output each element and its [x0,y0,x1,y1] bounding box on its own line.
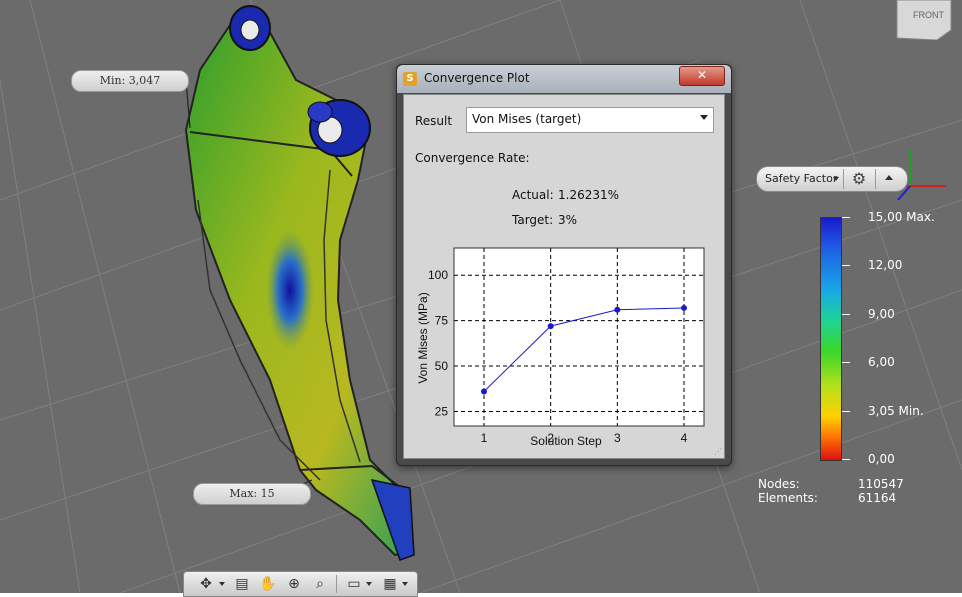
data-point [681,304,687,311]
x-tick-label: 3 [614,431,621,445]
elements-label: Elements: [758,491,818,505]
convergence-plot-dialog: S Convergence Plot ✕ Result Von Mises (t… [396,64,732,466]
legend-label: 0,00 [868,452,895,466]
pan-orbit-icon[interactable]: ✥ [196,574,216,594]
navigation-toolbar: ✥ ▤ ✋ ⊕ ⌕ ▭ ▦ [183,571,418,597]
convergence-chart: 1 2 3 4255075100 Solution Step Von Mises (M… [416,247,705,448]
data-point [614,306,621,313]
legend-tick [842,459,850,460]
separator [336,575,337,593]
zoom-icon[interactable]: ⊕ [284,574,304,594]
pan-icon[interactable]: ✋ [258,574,278,594]
viewcube-label: FRONT [913,10,944,20]
gear-icon[interactable]: ⚙ [849,169,869,189]
legend-label: 15,00 Max. [868,210,935,224]
separator [843,169,844,189]
min-callout[interactable]: Min: 3,047 [71,70,189,92]
chevron-down-icon[interactable] [402,582,408,586]
collapse-icon[interactable] [885,175,893,180]
x-axis-label: Solution Step [530,434,602,448]
dialog-titlebar[interactable]: S Convergence Plot ✕ [397,65,731,93]
zoom-window-icon[interactable]: ⌕ [310,574,330,594]
legend-label: 6,00 [868,355,895,370]
safety-factor-dropdown[interactable]: Safety Factor [765,172,837,185]
plot-area [453,247,705,427]
y-tick-label: 50 [435,359,449,373]
dialog-body: Result Von Mises (target) Convergence Ra… [403,94,725,459]
nodes-value: 110547 [858,477,904,491]
legend-label: 12,00 [868,258,903,273]
dialog-title: Convergence Plot [424,71,530,85]
legend-tick [842,362,850,364]
data-point [547,323,554,330]
data-point [481,388,487,395]
safety-factor-toolbar: Safety Factor ⚙ [756,166,908,192]
color-legend-bar [820,217,842,461]
chevron-down-icon[interactable] [219,582,225,586]
y-axis-label: Von Mises (MPa) [416,292,430,383]
y-tick-label: 75 [435,314,449,328]
chevron-down-icon [833,177,839,181]
x-tick-label: 1 [481,431,488,445]
resize-grip[interactable]: ⋰ [714,448,722,456]
y-tick-label: 25 [435,404,449,418]
close-button[interactable]: ✕ [679,66,725,86]
chevron-down-icon[interactable] [366,582,372,586]
legend-tick [842,313,850,315]
max-callout[interactable]: Max: 15 [193,483,311,505]
look-at-icon[interactable]: ▤ [232,574,252,594]
x-tick-label: 4 [681,431,688,445]
nodes-label: Nodes: [758,477,800,491]
separator [875,169,876,189]
display-icon[interactable]: ▭ [344,574,364,594]
y-tick-label: 100 [428,268,448,282]
app-icon: S [403,72,417,86]
legend-tick [842,410,850,412]
legend-tick [842,265,850,267]
legend-label: 9,00 [868,306,895,321]
legend-label: 3,05 Min. [868,403,924,418]
elements-value: 61164 [858,491,897,505]
viewcube[interactable]: FRONT [893,0,955,40]
grid-icon[interactable]: ▦ [380,574,400,594]
legend-tick [842,217,850,218]
ripper-shank-model [184,5,415,561]
